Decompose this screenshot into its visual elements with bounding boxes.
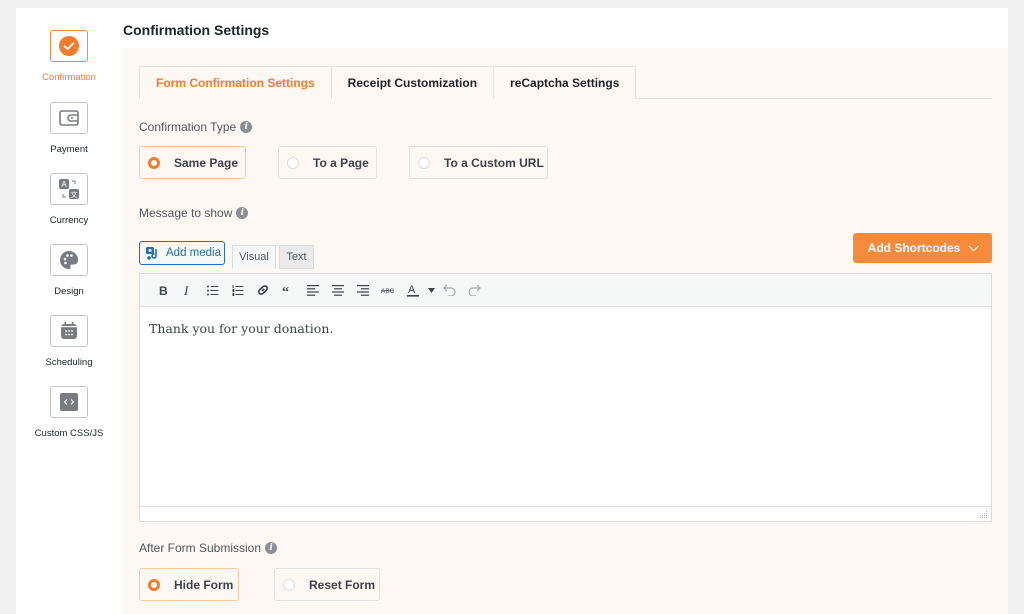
calendar-icon — [61, 322, 77, 339]
sidebar-item-label: Confirmation — [42, 72, 96, 83]
page-title: Confirmation Settings — [123, 22, 270, 38]
caret-down-icon — [427, 287, 435, 293]
translate-icon: A文 — [59, 179, 79, 199]
svg-text:A: A — [61, 180, 67, 189]
svg-text:B: B — [159, 284, 168, 296]
numbered-list-icon — [232, 284, 243, 296]
sidebar-item-scheduling[interactable]: Scheduling — [16, 315, 122, 368]
svg-text:A: A — [408, 284, 416, 296]
editor-toolbar: B I “ ABC A — [140, 274, 991, 307]
link-button[interactable] — [250, 279, 275, 301]
info-icon[interactable]: i — [236, 207, 249, 219]
sidebar-item-label: Custom CSS/JS — [34, 428, 104, 439]
confirmation-type-label: Confirmation Type i — [139, 120, 253, 134]
radio-indicator — [418, 156, 430, 169]
info-icon[interactable]: i — [265, 542, 278, 554]
undo-icon — [443, 284, 456, 296]
bold-button[interactable]: B — [150, 279, 175, 301]
settings-page: Confirmation Payment A文 Currency Design … — [16, 8, 1008, 614]
add-media-button[interactable]: Add media — [139, 241, 225, 265]
sidebar-item-confirmation[interactable]: Confirmation — [16, 30, 122, 83]
radio-hide-form[interactable]: Hide Form — [139, 568, 239, 601]
visual-tab[interactable]: Visual — [232, 245, 276, 269]
italic-icon: I — [183, 284, 189, 296]
radio-reset-form[interactable]: Reset Form — [274, 568, 380, 601]
settings-tabs: Form Confirmation Settings Receipt Custo… — [139, 66, 637, 99]
bullet-list-button[interactable] — [200, 279, 225, 301]
redo-icon — [468, 284, 481, 296]
radio-indicator — [148, 156, 160, 169]
media-icon — [146, 246, 157, 260]
after-submission-label: After Form Submission i — [139, 541, 278, 555]
radio-to-a-custom-url[interactable]: To a Custom URL — [409, 146, 548, 179]
align-left-button[interactable] — [300, 279, 325, 301]
svg-text:I: I — [183, 284, 189, 296]
chevron-down-icon — [968, 241, 979, 251]
link-icon — [257, 285, 268, 295]
blockquote-button[interactable]: “ — [275, 279, 300, 301]
sidebar-item-design[interactable]: Design — [16, 244, 122, 297]
message-editor: B I “ ABC A Thank you for your donation. — [139, 273, 992, 522]
settings-sidebar: Confirmation Payment A文 Currency Design … — [16, 8, 122, 614]
svg-text:ABC: ABC — [381, 288, 395, 294]
add-shortcodes-button[interactable]: Add Shortcodes — [853, 233, 992, 263]
text-color-button[interactable]: A — [400, 279, 425, 301]
undo-button[interactable] — [437, 279, 462, 301]
palette-icon — [60, 250, 79, 269]
radio-indicator — [287, 156, 299, 169]
tab-receipt-customization[interactable]: Receipt Customization — [330, 66, 495, 99]
text-color-icon: A — [406, 284, 419, 297]
radio-same-page[interactable]: Same Page — [139, 146, 246, 179]
redo-button[interactable] — [462, 279, 487, 301]
code-icon — [60, 393, 78, 411]
italic-button[interactable]: I — [175, 279, 200, 301]
message-label: Message to show i — [139, 206, 249, 220]
align-center-icon — [331, 284, 344, 296]
resize-handle-icon[interactable] — [980, 511, 988, 519]
svg-text:文: 文 — [71, 190, 78, 199]
sidebar-item-label: Payment — [50, 144, 88, 155]
align-right-button[interactable] — [350, 279, 375, 301]
text-tab[interactable]: Text — [279, 245, 314, 269]
bullet-list-icon — [206, 285, 218, 295]
radio-to-a-page[interactable]: To a Page — [278, 146, 377, 179]
tab-form-confirmation-settings[interactable]: Form Confirmation Settings — [139, 66, 332, 99]
align-right-icon — [356, 284, 369, 296]
editor-statusbar — [140, 506, 991, 521]
sidebar-item-label: Design — [54, 286, 84, 297]
info-icon[interactable]: i — [240, 121, 253, 133]
editor-content[interactable]: Thank you for your donation. — [140, 307, 991, 506]
strikethrough-icon: ABC — [380, 288, 395, 294]
strikethrough-button[interactable]: ABC — [375, 279, 400, 301]
check-circle-icon — [59, 36, 79, 56]
align-left-icon — [306, 284, 319, 296]
svg-text:“: “ — [282, 285, 289, 295]
blockquote-icon: “ — [282, 285, 289, 295]
text-color-dropdown[interactable] — [425, 279, 437, 301]
sidebar-item-label: Currency — [49, 215, 89, 226]
sidebar-item-currency[interactable]: A文 Currency — [16, 173, 122, 226]
radio-indicator — [148, 578, 160, 591]
wallet-icon — [59, 110, 79, 126]
sidebar-item-payment[interactable]: Payment — [16, 102, 122, 155]
tab-recaptcha-settings[interactable]: reCaptcha Settings — [493, 66, 637, 99]
align-center-button[interactable] — [325, 279, 350, 301]
sidebar-item-custom-css-js[interactable]: Custom CSS/JS — [16, 386, 122, 439]
settings-panel: Form Confirmation Settings Receipt Custo… — [122, 48, 1008, 614]
bold-icon: B — [159, 284, 168, 296]
sidebar-item-label: Scheduling — [45, 357, 93, 368]
numbered-list-button[interactable] — [225, 279, 250, 301]
radio-indicator — [283, 578, 295, 591]
